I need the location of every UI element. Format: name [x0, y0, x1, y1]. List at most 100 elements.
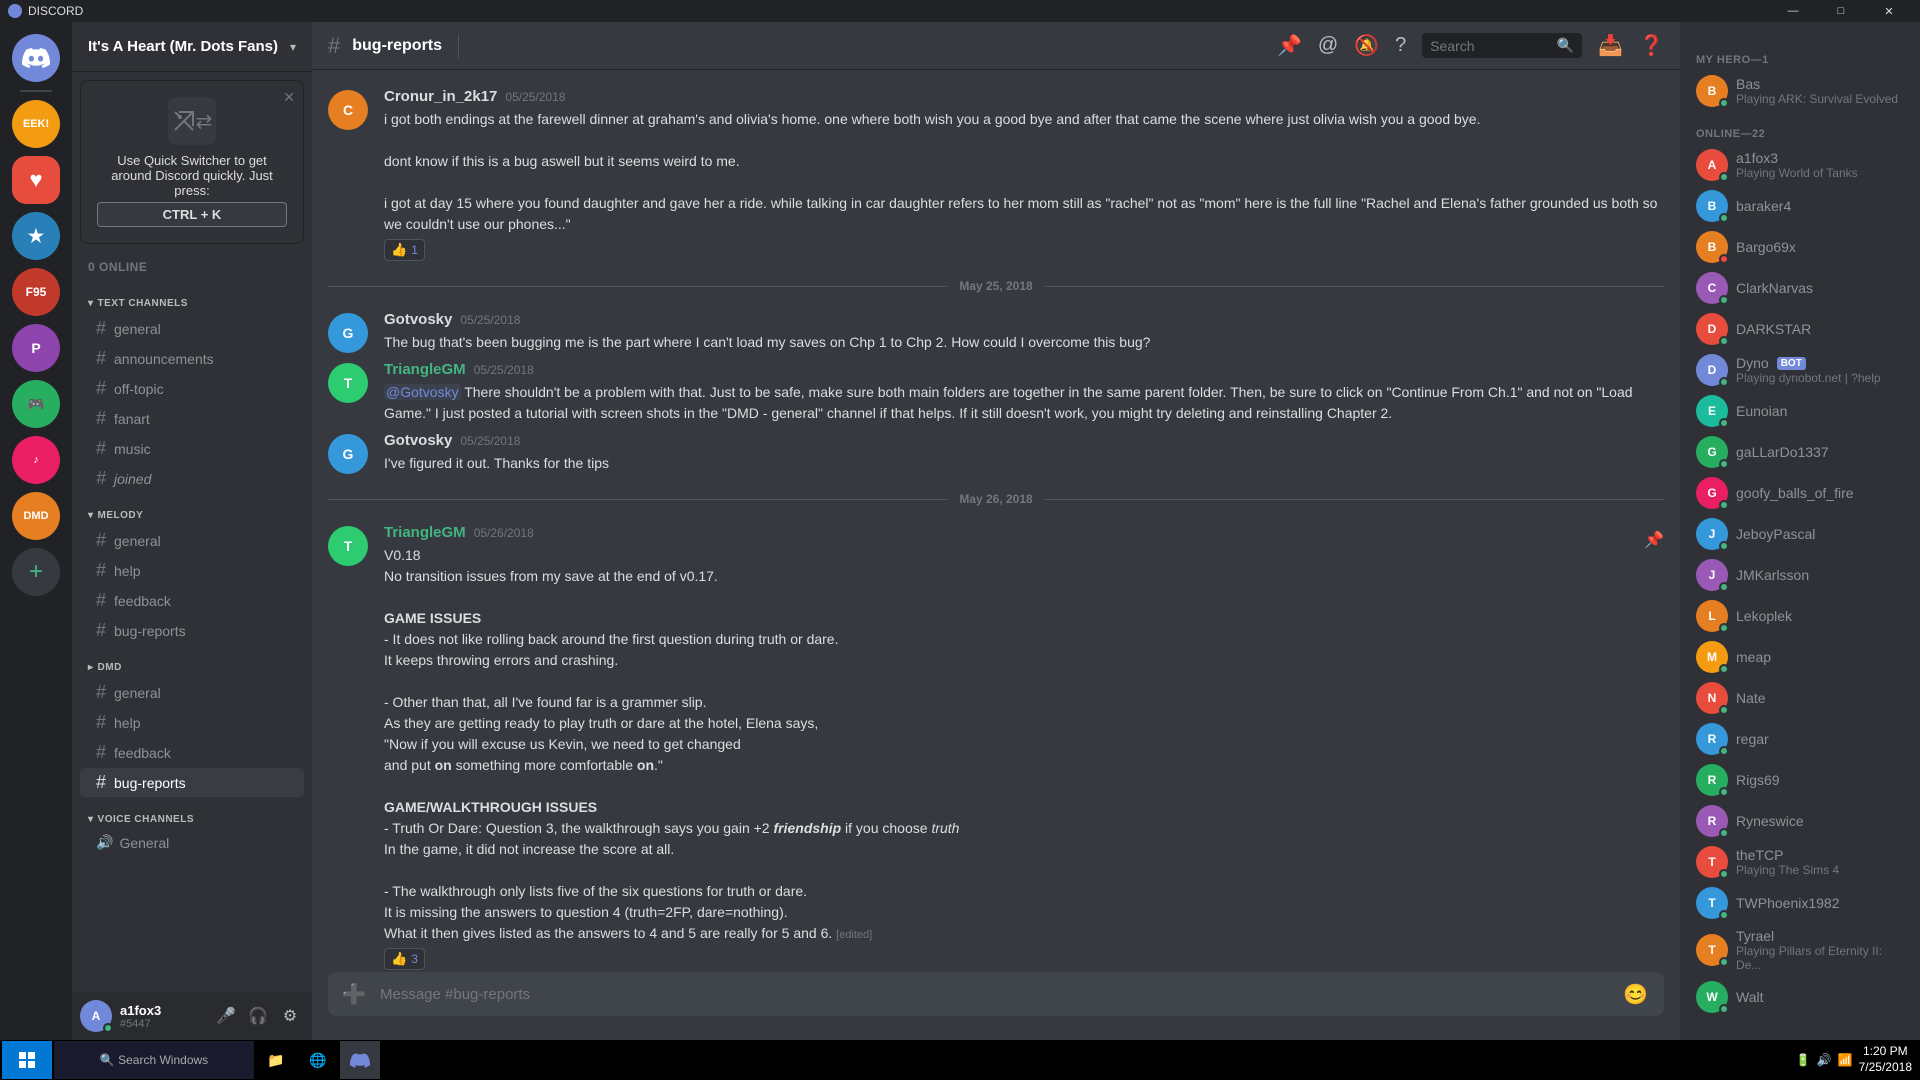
add-attachment-button[interactable]: ➕: [336, 972, 372, 1016]
search-input[interactable]: [1430, 38, 1549, 54]
dmd-section-header[interactable]: ▸ DMD: [72, 646, 312, 677]
avatar[interactable]: G: [328, 313, 368, 353]
channel-music[interactable]: # music: [80, 434, 304, 463]
search-icon: 🔍: [1557, 37, 1574, 54]
mention-icon[interactable]: @: [1318, 34, 1338, 57]
start-button[interactable]: [2, 1041, 52, 1079]
dmd-feedback[interactable]: # feedback: [80, 738, 304, 767]
help2-icon[interactable]: ❓: [1639, 33, 1664, 58]
message-author[interactable]: Gotvosky: [384, 311, 452, 328]
settings-button[interactable]: ⚙: [276, 1002, 304, 1030]
avatar[interactable]: T: [328, 526, 368, 566]
member-bargo69x[interactable]: B Bargo69x: [1688, 227, 1912, 267]
melody-bug-reports[interactable]: # bug-reports: [80, 616, 304, 645]
reaction-thumbsup-3[interactable]: 👍 3: [384, 948, 425, 970]
message-author[interactable]: TriangleGM: [384, 361, 466, 378]
member-avatar: R: [1696, 723, 1728, 755]
taskbar: 🔍 Search Windows 📁 🌐 🔋 🔊 📶 1:20 PM 7/25/…: [0, 1040, 1920, 1080]
server-icon-melody[interactable]: ♪: [12, 436, 60, 484]
member-eunoian[interactable]: E Eunoian: [1688, 391, 1912, 431]
voice-general[interactable]: 🔊 General: [80, 830, 304, 855]
channel-joined[interactable]: # joined: [80, 464, 304, 493]
member-thetcp[interactable]: T theTCP Playing The Sims 4: [1688, 842, 1912, 882]
voice-channels-header[interactable]: ▾ VOICE CHANNELS: [72, 798, 312, 829]
server-icon-heart[interactable]: ♥: [12, 156, 60, 204]
chat-header: # bug-reports 📌 @ 🔕 ? 🔍 📥 ❓: [312, 22, 1680, 70]
dmd-bug-reports[interactable]: # bug-reports: [80, 768, 304, 797]
mute-button[interactable]: 🎤: [212, 1002, 240, 1030]
taskbar-volume[interactable]: 🔊: [1817, 1053, 1832, 1067]
quick-switcher-close[interactable]: ✕: [283, 89, 295, 106]
date-label-may26: May 26, 2018: [947, 492, 1044, 506]
member-walt[interactable]: W Walt: [1688, 977, 1912, 1017]
member-jmkarlsson[interactable]: J JMKarlsson: [1688, 555, 1912, 595]
pin-icon[interactable]: 📌: [1277, 33, 1302, 58]
member-bas[interactable]: B Bas Playing ARK: Survival Evolved: [1688, 71, 1912, 111]
member-jeboypascal[interactable]: J JeboyPascal: [1688, 514, 1912, 554]
member-twphoenix[interactable]: T TWPhoenix1982: [1688, 883, 1912, 923]
member-goofy[interactable]: G goofy_balls_of_fire: [1688, 473, 1912, 513]
text-channels-header[interactable]: ▾ TEXT CHANNELS: [72, 282, 312, 313]
melody-help[interactable]: # help: [80, 556, 304, 585]
help-icon[interactable]: ?: [1395, 34, 1406, 57]
server-icon-fs95[interactable]: F95: [12, 268, 60, 316]
quick-switcher-shortcut[interactable]: CTRL + K: [97, 202, 287, 227]
member-tyrael[interactable]: T Tyrael Playing Pillars of Eternity II:…: [1688, 924, 1912, 976]
member-ryneswice[interactable]: R Ryneswice: [1688, 801, 1912, 841]
deafen-button[interactable]: 🎧: [244, 1002, 272, 1030]
member-a1fox3[interactable]: A a1fox3 Playing World of Tanks: [1688, 145, 1912, 185]
melody-section-header[interactable]: ▾ MELODY: [72, 494, 312, 525]
channel-fanart[interactable]: # fanart: [80, 404, 304, 433]
member-lekoplek[interactable]: L Lekoplek: [1688, 596, 1912, 636]
member-meap[interactable]: M meap: [1688, 637, 1912, 677]
member-regar[interactable]: R regar: [1688, 719, 1912, 759]
member-info: Eunoian: [1736, 403, 1904, 419]
mute-channel-icon[interactable]: 🔕: [1354, 33, 1379, 58]
taskbar-chrome[interactable]: 🌐: [298, 1041, 338, 1079]
search-bar[interactable]: 🔍: [1422, 33, 1582, 58]
emoji-button[interactable]: 😊: [1615, 982, 1656, 1007]
inbox-icon[interactable]: 📥: [1598, 33, 1623, 58]
maximize-button[interactable]: □: [1818, 0, 1864, 22]
message-author[interactable]: Gotvosky: [384, 432, 452, 449]
server-icon-green[interactable]: 🎮: [12, 380, 60, 428]
melody-general[interactable]: # general: [80, 526, 304, 555]
channel-general[interactable]: # general: [80, 314, 304, 343]
taskbar-explorer[interactable]: 📁: [256, 1041, 296, 1079]
server-icon-dmd[interactable]: DMD: [12, 492, 60, 540]
chat-input-area: ➕ 😊: [312, 972, 1680, 1040]
channel-off-topic[interactable]: # off-topic: [80, 374, 304, 403]
channel-announcements[interactable]: # announcements: [80, 344, 304, 373]
server-icon-purple[interactable]: P: [12, 324, 60, 372]
message-author[interactable]: Cronur_in_2k17: [384, 88, 497, 105]
avatar[interactable]: G: [328, 434, 368, 474]
member-avatar: N: [1696, 682, 1728, 714]
add-server-button[interactable]: +: [12, 548, 60, 596]
minimize-button[interactable]: —: [1770, 0, 1816, 22]
header-divider: [458, 34, 459, 58]
member-clarknarvas[interactable]: C ClarkNarvas: [1688, 268, 1912, 308]
close-button[interactable]: ✕: [1866, 0, 1912, 22]
message-pin-icon[interactable]: 📌: [1644, 530, 1664, 550]
taskbar-search[interactable]: 🔍 Search Windows: [54, 1041, 254, 1079]
member-baraker4[interactable]: B baraker4: [1688, 186, 1912, 226]
member-nate[interactable]: N Nate: [1688, 678, 1912, 718]
melody-feedback[interactable]: # feedback: [80, 586, 304, 615]
server-icon-blue[interactable]: ★: [12, 212, 60, 260]
taskbar-discord[interactable]: [340, 1041, 380, 1079]
dmd-help[interactable]: # help: [80, 708, 304, 737]
message-author[interactable]: TriangleGM: [384, 524, 466, 541]
reaction-thumbsup[interactable]: 👍 1: [384, 239, 425, 261]
avatar[interactable]: T: [328, 363, 368, 403]
member-darkstar[interactable]: D DARKSTAR: [1688, 309, 1912, 349]
member-rigs69[interactable]: R Rigs69: [1688, 760, 1912, 800]
server-header[interactable]: It's A Heart (Mr. Dots Fans) ▾: [72, 22, 312, 72]
avatar[interactable]: C: [328, 90, 368, 130]
member-dyno[interactable]: D Dyno BOT Playing dynobot.net | ?help: [1688, 350, 1912, 390]
discord-home-button[interactable]: [12, 34, 60, 82]
mention[interactable]: @Gotvosky: [384, 384, 461, 400]
message-input[interactable]: [380, 974, 1607, 1015]
dmd-general[interactable]: # general: [80, 678, 304, 707]
member-gallardo[interactable]: G gaLLarDo1337: [1688, 432, 1912, 472]
server-icon-eek[interactable]: EEK!: [12, 100, 60, 148]
